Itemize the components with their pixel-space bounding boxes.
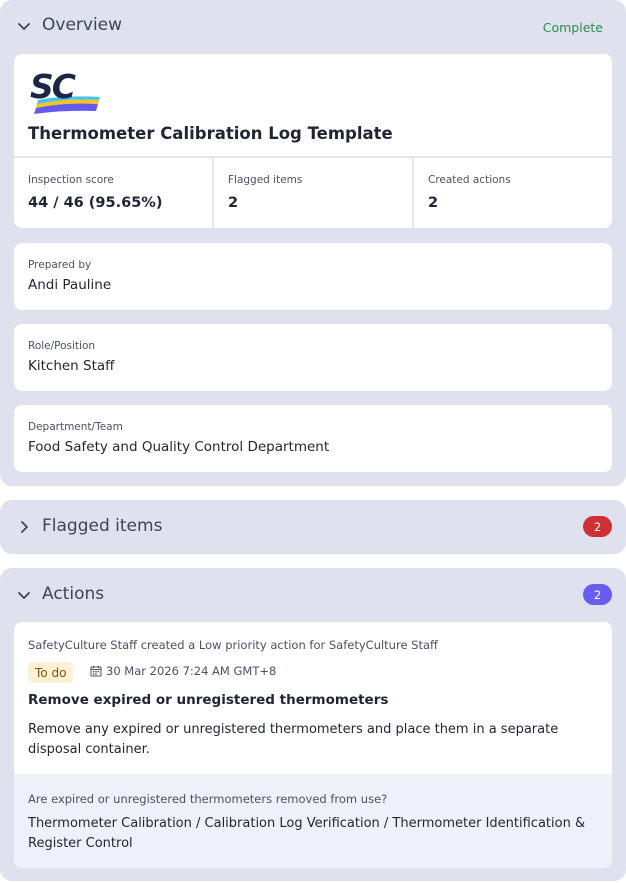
stat-value: 2 bbox=[228, 195, 239, 211]
due-date-text: 30 Mar 2026 7:24 AM GMT+8 bbox=[106, 664, 277, 678]
stat-value: 44 / 46 (95.65%) bbox=[28, 195, 163, 211]
actions-header[interactable]: Actions 2 bbox=[0, 568, 626, 622]
flagged-items-header[interactable]: Flagged items 2 bbox=[0, 500, 626, 554]
flagged-count-badge: 2 bbox=[583, 516, 612, 537]
field-role-position: Role/Position Kitchen Staff bbox=[14, 324, 612, 391]
stat-label: Flagged items bbox=[228, 174, 303, 186]
stat-divider bbox=[212, 158, 214, 228]
field-value: Kitchen Staff bbox=[28, 358, 115, 374]
overview-header[interactable]: Overview Complete bbox=[0, 0, 626, 52]
field-value: Food Safety and Quality Control Departme… bbox=[28, 439, 330, 455]
flagged-items-section: Flagged items 2 bbox=[0, 500, 626, 554]
stat-divider bbox=[412, 158, 414, 228]
actions-count-badge: 2 bbox=[583, 584, 612, 605]
field-label: Prepared by bbox=[28, 259, 92, 271]
actions-title: Actions bbox=[42, 584, 105, 604]
action-description: Remove any expired or unregistered therm… bbox=[28, 722, 559, 757]
stat-value: 2 bbox=[428, 195, 439, 211]
stat-inspection-score: Inspection score 44 / 46 (95.65%) bbox=[28, 158, 212, 228]
overview-title: Overview bbox=[42, 15, 123, 35]
stat-label: Created actions bbox=[428, 174, 511, 186]
safetyculture-logo: SC bbox=[28, 67, 102, 117]
action-meta: SafetyCulture Staff created a Low priori… bbox=[28, 638, 438, 652]
field-value: Andi Pauline bbox=[28, 277, 112, 293]
chevron-right-icon bbox=[16, 519, 32, 535]
overview-status: Complete bbox=[542, 20, 603, 35]
calendar-icon bbox=[90, 666, 102, 677]
stat-created-actions: Created actions 2 bbox=[428, 158, 612, 228]
field-label: Role/Position bbox=[28, 340, 96, 352]
stat-flagged-items: Flagged items 2 bbox=[228, 158, 412, 228]
field-prepared-by: Prepared by Andi Pauline bbox=[14, 243, 612, 310]
flagged-items-title: Flagged items bbox=[42, 516, 163, 536]
field-label: Department/Team bbox=[28, 421, 123, 433]
chevron-down-icon bbox=[16, 587, 32, 603]
action-due-date: 30 Mar 2026 7:24 AM GMT+8 bbox=[90, 664, 276, 678]
stat-label: Inspection score bbox=[28, 174, 114, 186]
question-text: Are expired or unregistered thermometers… bbox=[28, 792, 388, 806]
action-source-question: Are expired or unregistered thermometers… bbox=[14, 774, 612, 868]
question-path: Thermometer Calibration / Calibration Lo… bbox=[28, 816, 586, 851]
action-status-badge: To do bbox=[28, 662, 74, 683]
action-card[interactable]: SafetyCulture Staff created a Low priori… bbox=[14, 622, 612, 868]
document-title: Thermometer Calibration Log Template bbox=[28, 124, 393, 143]
logo-text: SC bbox=[30, 67, 76, 106]
action-title: Remove expired or unregistered thermomet… bbox=[28, 692, 389, 708]
chevron-down-icon bbox=[16, 18, 32, 34]
field-department-team: Department/Team Food Safety and Quality … bbox=[14, 405, 612, 472]
